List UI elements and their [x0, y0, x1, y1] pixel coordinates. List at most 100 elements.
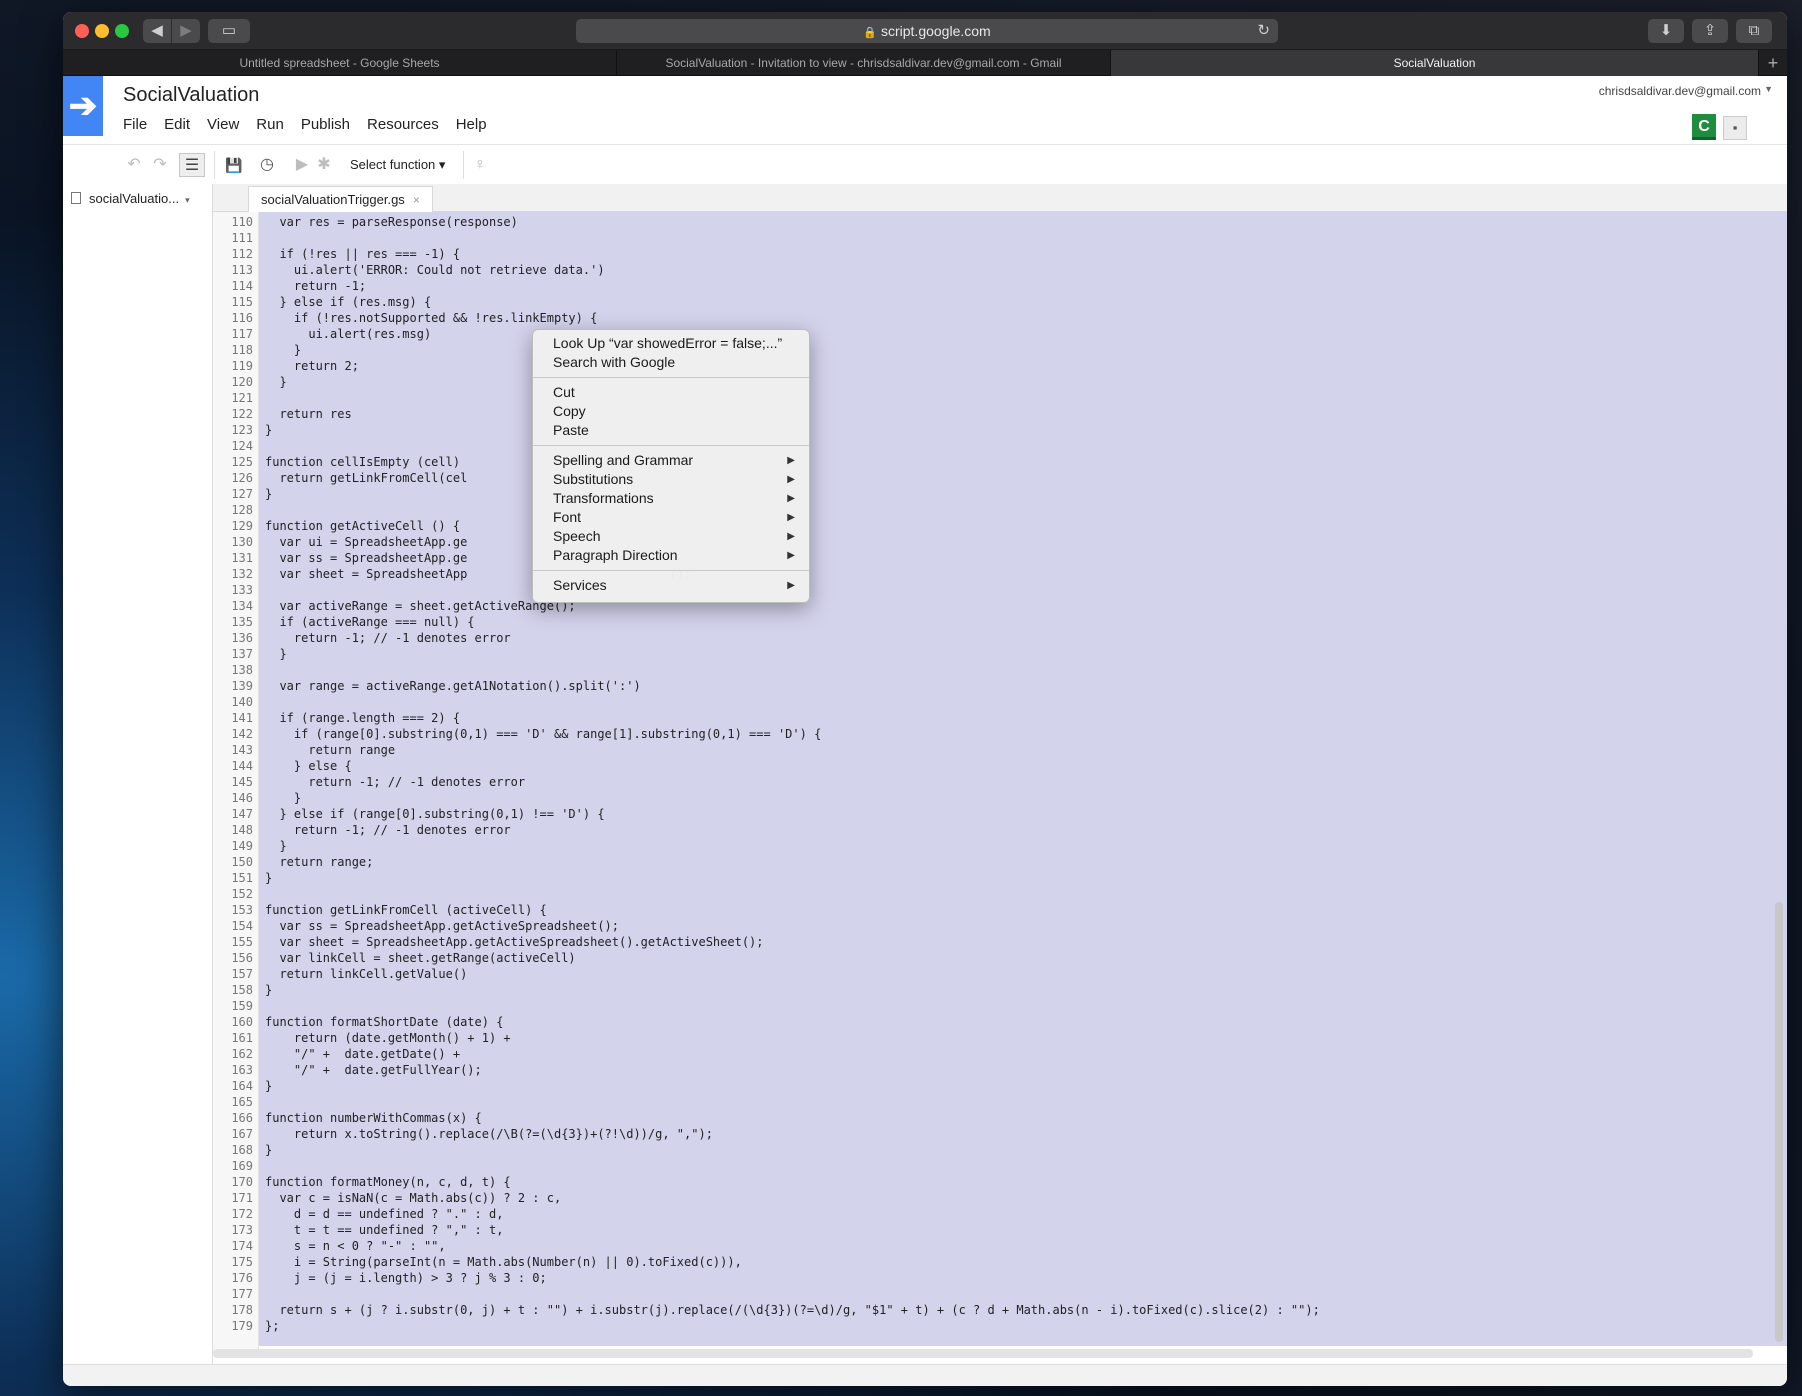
context-menu-item[interactable]: Spelling and Grammar ▶ — [533, 451, 809, 470]
code-line[interactable]: ui.alert('ERROR: Could not retrieve data… — [265, 262, 605, 278]
context-menu-item[interactable]: Paragraph Direction ▶ — [533, 546, 809, 565]
code-line[interactable]: } else { — [265, 758, 352, 774]
code-line[interactable]: } else if (res.msg) { — [265, 294, 431, 310]
code-line[interactable]: return res — [265, 406, 351, 422]
code-area[interactable]: var res = parseResponse(response) if (!r… — [259, 212, 1787, 1352]
code-line[interactable]: return range; — [265, 854, 373, 870]
share-icon[interactable]: ⇪ — [1692, 19, 1728, 43]
code-line[interactable]: if (range[0].substring(0,1) === 'D' && r… — [265, 726, 821, 742]
context-menu-item[interactable]: Cut — [533, 383, 809, 402]
address-bar[interactable]: 🔒 script.google.com ↻ — [576, 19, 1278, 43]
code-line[interactable]: var activeRange = sheet.getActiveRange()… — [265, 598, 575, 614]
menu-publish[interactable]: Publish — [301, 116, 350, 136]
code-line[interactable]: var res = parseResponse(response) — [265, 214, 517, 230]
undo-icon[interactable]: ↶ — [121, 153, 147, 177]
code-line[interactable]: return (date.getMonth() + 1) + — [265, 1030, 511, 1046]
code-line[interactable]: function getActiveCell () { — [265, 518, 460, 534]
browser-tab-sheets[interactable]: Untitled spreadsheet - Google Sheets — [63, 50, 617, 76]
context-menu-item[interactable]: Speech ▶ — [533, 527, 809, 546]
code-line[interactable]: } — [265, 838, 286, 854]
context-menu-item[interactable]: Transformations ▶ — [533, 489, 809, 508]
menu-resources[interactable]: Resources — [367, 116, 439, 136]
vertical-scrollbar[interactable] — [1775, 902, 1783, 1342]
code-line[interactable]: return -1; — [265, 278, 366, 294]
file-caret-icon[interactable]: ▾ — [185, 195, 190, 205]
code-line[interactable]: } — [265, 1078, 272, 1094]
browser-tab-gmail[interactable]: SocialValuation - Invitation to view - c… — [617, 50, 1111, 76]
context-menu-item[interactable]: Paste — [533, 421, 809, 440]
code-line[interactable]: } else if (range[0].substring(0,1) !== '… — [265, 806, 604, 822]
code-editor[interactable]: 110 111 112 113 114 115 116 117 118 119 120 121 122 1… — [213, 212, 1787, 1352]
code-line[interactable]: return -1; // -1 denotes error — [265, 774, 525, 790]
menu-run[interactable]: Run — [256, 116, 284, 136]
code-line[interactable]: return -1; // -1 denotes error — [265, 630, 511, 646]
code-line[interactable]: var ss = SpreadsheetApp.ge — [265, 550, 467, 566]
context-menu-item[interactable]: Substitutions ▶ — [533, 470, 809, 489]
lightbulb-icon[interactable]: ♀ — [467, 153, 493, 177]
chat-icon[interactable]: ▪ — [1723, 116, 1747, 140]
code-line[interactable]: } — [265, 374, 286, 390]
context-menu-item[interactable]: Font ▶ — [533, 508, 809, 527]
code-line[interactable]: var ui = SpreadsheetApp.ge — [265, 534, 467, 550]
code-line[interactable]: return 2; — [265, 358, 359, 374]
code-line[interactable]: var range = activeRange.getA1Notation().… — [265, 678, 640, 694]
code-line[interactable]: } — [265, 486, 272, 502]
menu-file[interactable]: File — [123, 116, 147, 136]
code-line[interactable]: } — [265, 342, 301, 358]
code-line[interactable]: function formatShortDate (date) { — [265, 1014, 503, 1030]
code-line[interactable]: "/" + date.getDate() + — [265, 1046, 460, 1062]
menu-help[interactable]: Help — [456, 116, 487, 136]
code-line[interactable]: } — [265, 982, 272, 998]
code-line[interactable]: }; — [265, 1318, 279, 1334]
save-icon[interactable]: 💾 — [221, 153, 247, 177]
code-line[interactable]: return -1; // -1 denotes error — [265, 822, 511, 838]
code-line[interactable]: if (activeRange === null) { — [265, 614, 474, 630]
code-line[interactable]: i = String(parseInt(n = Math.abs(Number(… — [265, 1254, 742, 1270]
code-line[interactable]: "/" + date.getFullYear(); — [265, 1062, 482, 1078]
code-line[interactable]: var sheet = SpreadsheetApp.getActiveSpre… — [265, 934, 763, 950]
close-window-button[interactable] — [75, 24, 89, 38]
sidebar-toggle-icon[interactable]: ▭ — [208, 19, 250, 43]
code-line[interactable]: return s + (j ? i.substr(0, j) + t : "")… — [265, 1302, 1319, 1318]
browser-tab-socialvaluation[interactable]: SocialValuation — [1111, 50, 1759, 76]
code-line[interactable]: function formatMoney(n, c, d, t) { — [265, 1174, 511, 1190]
code-line[interactable]: } — [265, 422, 272, 438]
minimize-window-button[interactable] — [95, 24, 109, 38]
new-tab-icon[interactable]: + — [1759, 50, 1787, 76]
code-line[interactable]: function cellIsEmpty (cell) — [265, 454, 460, 470]
code-line[interactable]: var c = isNaN(c = Math.abs(c)) ? 2 : c, — [265, 1190, 561, 1206]
redo-icon[interactable]: ↷ — [147, 153, 173, 177]
debug-bug-icon[interactable]: ✱ — [311, 153, 337, 177]
code-line[interactable]: var ss = SpreadsheetApp.getActiveSpreads… — [265, 918, 619, 934]
zoom-window-button[interactable] — [115, 24, 129, 38]
code-line[interactable]: return getLinkFromCell(cel — [265, 470, 467, 486]
code-line[interactable]: } — [265, 1142, 272, 1158]
menu-edit[interactable]: Edit — [164, 116, 190, 136]
tab-overview-icon[interactable]: ⧉ — [1736, 19, 1772, 43]
code-line[interactable]: return x.toString().replace(/\B(?=(\d{3}… — [265, 1126, 713, 1142]
code-line[interactable]: return linkCell.getValue() — [265, 966, 467, 982]
avatar[interactable]: C — [1692, 114, 1716, 140]
code-line[interactable]: if (range.length === 2) { — [265, 710, 460, 726]
code-line[interactable]: } — [265, 790, 301, 806]
code-line[interactable]: } — [265, 870, 272, 886]
code-line[interactable]: function numberWithCommas(x) { — [265, 1110, 482, 1126]
file-item-socialvaluation[interactable]: socialValuatio... ▾ — [71, 184, 190, 214]
code-line[interactable]: return range — [265, 742, 395, 758]
code-line[interactable]: ui.alert(res.msg) — [265, 326, 431, 342]
select-function-dropdown[interactable]: Select function ▾ — [350, 153, 445, 177]
menu-view[interactable]: View — [207, 116, 239, 136]
forward-arrow-icon[interactable]: ▶ — [172, 19, 200, 43]
account-caret-icon[interactable]: ▼ — [1764, 84, 1773, 94]
reload-icon[interactable]: ↻ — [1257, 19, 1270, 43]
back-arrow-icon[interactable]: ◀ — [143, 19, 171, 43]
apps-script-logo-icon[interactable]: ➔ — [63, 76, 103, 136]
code-line[interactable]: var linkCell = sheet.getRange(activeCell… — [265, 950, 575, 966]
code-line[interactable]: t = t == undefined ? "," : t, — [265, 1222, 504, 1238]
context-menu-item[interactable]: Services ▶ — [533, 576, 809, 595]
context-menu-item[interactable]: Look Up “var showedError = false;...” — [533, 334, 809, 353]
code-line[interactable]: if (!res.notSupported && !res.linkEmpty)… — [265, 310, 597, 326]
close-icon[interactable]: × — [413, 193, 420, 207]
indent-icon[interactable]: ☰ — [179, 153, 205, 177]
code-line[interactable]: s = n < 0 ? "-" : "", — [265, 1238, 446, 1254]
